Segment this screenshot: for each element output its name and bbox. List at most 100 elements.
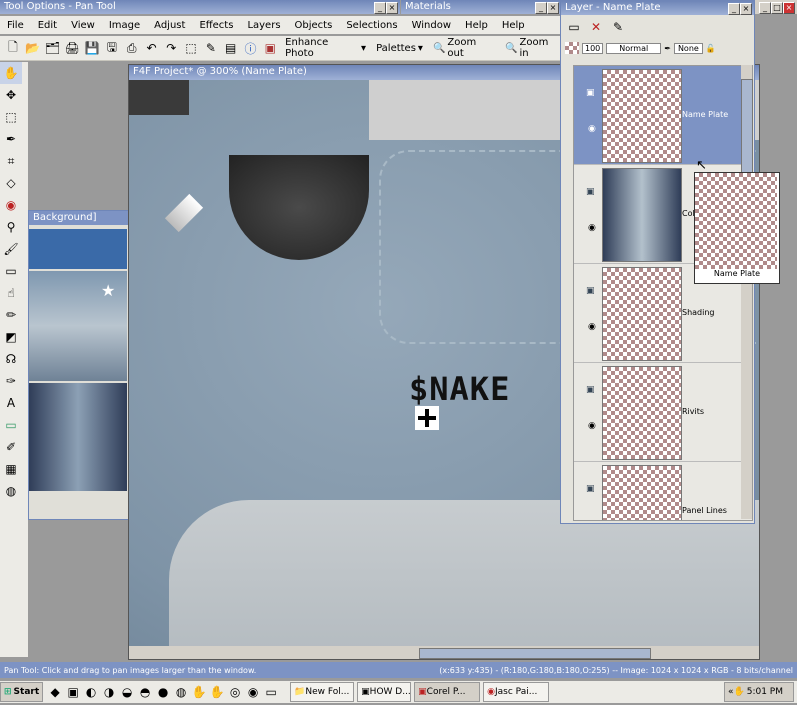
zoom-in-button[interactable]: 🔍 Zoom in [501,37,564,59]
scan-icon[interactable]: 🖨 [63,39,81,57]
learning-icon[interactable]: ▣ [261,39,279,57]
fill-tool-icon[interactable]: ◩ [0,326,22,348]
menu-view[interactable]: View [64,20,102,31]
layer-list-scrollbar[interactable] [741,65,753,519]
task-jasc[interactable]: ◉ Jasc Pai... [483,682,550,702]
layer-palette-minimize-button[interactable]: _ [728,3,740,15]
eraser-tool-icon[interactable]: ▭ [0,260,22,282]
scrollbar-thumb[interactable] [419,648,651,659]
close-button[interactable]: × [386,2,398,14]
layer-thumbnail [602,168,682,262]
crop-tool-icon[interactable]: ⌗ [0,150,22,172]
text-tool-icon[interactable]: A [0,392,22,414]
tray-hand-icon[interactable]: ✋ [734,687,745,697]
palettes-button[interactable]: Palettes ▾ [372,43,427,54]
airbrush-icon[interactable]: ✑ [0,370,22,392]
quicklaunch-icon[interactable]: ◎ [226,683,244,701]
eye-icon[interactable]: ◉ [588,322,596,332]
clone-tool-icon[interactable]: ⚲ [0,216,22,238]
eye-icon[interactable]: ◉ [588,421,596,431]
effects-icon[interactable]: ✎ [202,39,220,57]
paint-brush-icon[interactable]: 🖌 [0,238,22,260]
quicklaunch-icon[interactable]: ◆ [46,683,64,701]
red-eye-tool-icon[interactable]: ◉ [0,194,22,216]
enhance-photo-button[interactable]: Enhance Photo ▾ [281,37,370,59]
quicklaunch-icon[interactable]: ◓ [136,683,154,701]
undo-icon[interactable]: ↶ [143,39,161,57]
start-button[interactable]: ⊞ Start [0,682,44,702]
eye-icon[interactable]: ◉ [588,223,596,233]
smudge-tool-icon[interactable]: ☝ [0,282,22,304]
minimize-button[interactable]: _ [374,2,386,14]
app-minimize-button[interactable]: _ [759,2,771,14]
background-thumb-detail [29,383,127,491]
eye-icon[interactable]: ◉ [588,124,596,134]
menu-window[interactable]: Window [405,20,458,31]
deform-tool-icon[interactable]: ◇ [0,172,22,194]
quicklaunch-icon[interactable]: ▭ [262,683,280,701]
menu-help-2[interactable]: Help [495,20,532,31]
warp-tool-icon[interactable]: ◍ [0,480,22,502]
task-how[interactable]: ▣ HOW D... [357,682,412,702]
materials-title: Materials [405,1,451,12]
delete-layer-icon[interactable]: ✕ [587,18,605,36]
pen-tool-icon[interactable]: ✐ [0,436,22,458]
quicklaunch-icon[interactable]: ◒ [118,683,136,701]
layer-row-panel-lines[interactable]: ▣ Panel Lines [574,462,750,520]
menu-edit[interactable]: Edit [31,20,64,31]
blend-mode-select[interactable]: Normal [606,42,662,54]
app-close-button[interactable]: × [783,2,795,14]
quicklaunch-icon[interactable]: ◐ [82,683,100,701]
layer-palette-close-button[interactable]: × [740,3,752,15]
layer-list: ▣ ◉ Name Plate ▣ ◉ Color Gr... ▣ ◉ Shadi… [573,65,753,521]
menu-file[interactable]: File [0,20,31,31]
new-layer-icon[interactable]: ▭ [565,18,583,36]
task-corel[interactable]: ▣ Corel P... [414,682,481,702]
quicklaunch-icon[interactable]: ✋ [208,683,226,701]
dropper-tool-icon[interactable]: ✒ [0,128,22,150]
menu-selections[interactable]: Selections [339,20,404,31]
menu-effects[interactable]: Effects [192,20,240,31]
browse-icon[interactable]: 🗂 [44,39,62,57]
materials-minimize-button[interactable]: _ [535,2,547,14]
opacity-field[interactable]: 100 [582,42,604,54]
materials-close-button[interactable]: × [547,2,559,14]
lock-icon[interactable]: 🔓 [706,44,716,53]
zoom-out-button[interactable]: 🔍 Zoom out [429,37,499,59]
layers-icon[interactable]: ▤ [222,39,240,57]
quicklaunch-icon[interactable]: ◑ [100,683,118,701]
quicklaunch-icon[interactable]: ✋ [190,683,208,701]
new-file-icon[interactable]: 🗋 [4,39,22,57]
link-select[interactable]: None [673,42,703,54]
open-folder-icon[interactable]: 📂 [24,39,42,57]
canvas-horizontal-scrollbar[interactable] [129,646,759,659]
picture-tube-icon[interactable]: ☊ [0,348,22,370]
selection-tool-icon[interactable]: ⬚ [0,106,22,128]
move-tool-icon[interactable]: ✥ [0,84,22,106]
menu-objects[interactable]: Objects [288,20,340,31]
quicklaunch-icon[interactable]: ▣ [64,683,82,701]
menu-layers[interactable]: Layers [240,20,287,31]
background-image-window[interactable]: Background] ★ [28,210,130,520]
info-icon[interactable]: ⓘ [242,39,260,57]
layer-row-name-plate[interactable]: ▣ ◉ Name Plate [574,66,750,165]
app-maximize-button[interactable]: □ [771,2,783,14]
color-replacer-icon[interactable]: ✏ [0,304,22,326]
menu-image[interactable]: Image [102,20,147,31]
pan-tool-icon[interactable]: ✋ [0,62,22,84]
layer-row-rivits[interactable]: ▣ ◉ Rivits [574,363,750,462]
shape-tool-icon[interactable]: ▭ [0,414,22,436]
quicklaunch-icon[interactable]: ◍ [172,683,190,701]
save-icon[interactable]: 💾 [83,39,101,57]
mesh-tool-icon[interactable]: ▦ [0,458,22,480]
quicklaunch-icon[interactable]: ● [154,683,172,701]
task-new-folder[interactable]: 📁 New Fol... [290,682,355,702]
quicklaunch-icon[interactable]: ◉ [244,683,262,701]
menu-help[interactable]: Help [458,20,495,31]
menu-adjust[interactable]: Adjust [147,20,192,31]
resize-icon[interactable]: ⬚ [182,39,200,57]
layer-properties-icon[interactable]: ✎ [609,18,627,36]
print-icon[interactable]: ⎙ [123,39,141,57]
redo-icon[interactable]: ↷ [162,39,180,57]
save-as-icon[interactable]: 🖫 [103,39,121,57]
